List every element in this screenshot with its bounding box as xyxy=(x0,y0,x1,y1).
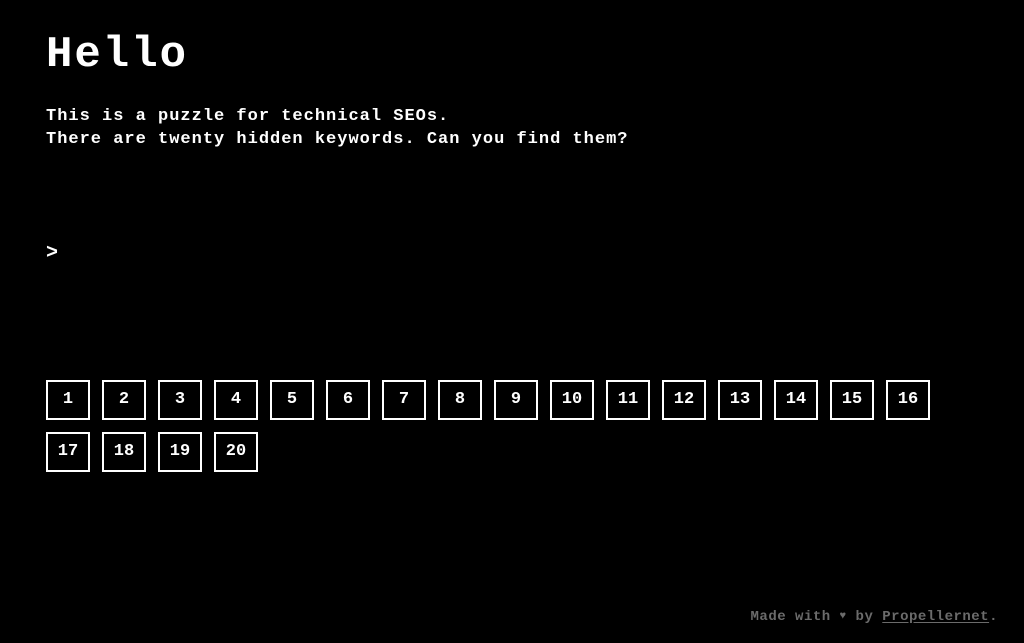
keyword-box-1[interactable]: 1 xyxy=(46,380,90,420)
keyword-box-6[interactable]: 6 xyxy=(326,380,370,420)
command-input[interactable] xyxy=(64,244,764,263)
keyword-box-14[interactable]: 14 xyxy=(774,380,818,420)
keyword-box-11[interactable]: 11 xyxy=(606,380,650,420)
keyword-box-19[interactable]: 19 xyxy=(158,432,202,472)
keyword-box-15[interactable]: 15 xyxy=(830,380,874,420)
footer-suffix: . xyxy=(989,609,998,625)
keyword-box-16[interactable]: 16 xyxy=(886,380,930,420)
command-prompt[interactable]: > xyxy=(46,242,978,265)
keyword-box-3[interactable]: 3 xyxy=(158,380,202,420)
keyword-box-4[interactable]: 4 xyxy=(214,380,258,420)
keyword-box-12[interactable]: 12 xyxy=(662,380,706,420)
footer-by: by xyxy=(847,609,883,625)
intro-text: This is a puzzle for technical SEOs. The… xyxy=(46,106,978,152)
prompt-symbol: > xyxy=(46,242,58,265)
footer-credit: Made with ♥ by Propellernet. xyxy=(751,609,998,625)
keyword-box-8[interactable]: 8 xyxy=(438,380,482,420)
heart-icon: ♥ xyxy=(840,610,847,622)
intro-line-2: There are twenty hidden keywords. Can yo… xyxy=(46,129,978,152)
keyword-boxes: 1 2 3 4 5 6 7 8 9 10 11 12 13 14 15 16 1… xyxy=(46,380,966,472)
keyword-box-2[interactable]: 2 xyxy=(102,380,146,420)
keyword-box-9[interactable]: 9 xyxy=(494,380,538,420)
keyword-box-10[interactable]: 10 xyxy=(550,380,594,420)
page-title: Hello xyxy=(46,30,978,80)
keyword-box-18[interactable]: 18 xyxy=(102,432,146,472)
keyword-box-20[interactable]: 20 xyxy=(214,432,258,472)
keyword-box-7[interactable]: 7 xyxy=(382,380,426,420)
keyword-box-13[interactable]: 13 xyxy=(718,380,762,420)
footer-link[interactable]: Propellernet xyxy=(882,609,989,625)
footer-prefix: Made with xyxy=(751,609,840,625)
keyword-box-17[interactable]: 17 xyxy=(46,432,90,472)
keyword-box-5[interactable]: 5 xyxy=(270,380,314,420)
intro-line-1: This is a puzzle for technical SEOs. xyxy=(46,106,978,129)
